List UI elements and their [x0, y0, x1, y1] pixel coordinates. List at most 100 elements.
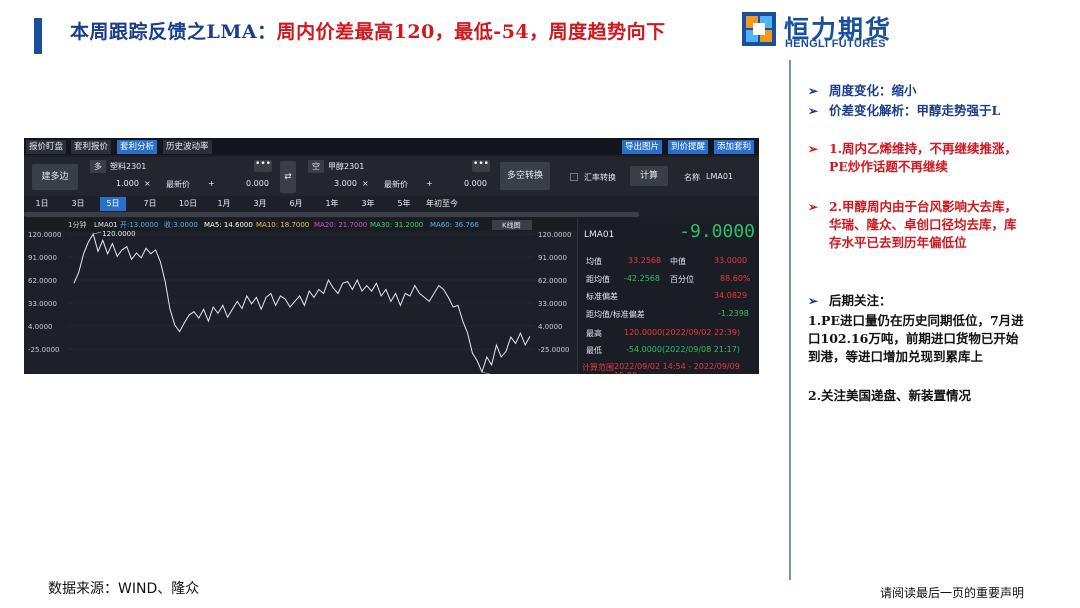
- tab-historical-volatility[interactable]: 历史波动率: [163, 140, 212, 154]
- stat-mean-label: 均值: [586, 257, 602, 266]
- logo-english-name: HENGLI FUTURES: [785, 38, 886, 50]
- name-label: 名称: [684, 173, 700, 182]
- app-tab-bar: 报价盯盘 套利报价 套利分析 历史波动率 导出图片 到价提醒 添加套利: [24, 138, 759, 155]
- company-logo: 恒力期货 HENGLI FUTURES: [742, 10, 912, 50]
- y-tick-left: 120.0000: [28, 231, 61, 239]
- period-3d[interactable]: 3日: [66, 197, 90, 211]
- stat-zscore-label: 距均值/标准偏差: [586, 310, 645, 319]
- tab-arbitrage-quote[interactable]: 套利报价: [71, 140, 112, 154]
- period-5y[interactable]: 5年: [392, 197, 416, 211]
- y-tick-left: -25.0000: [28, 346, 59, 354]
- max-annotation: 120.0000: [102, 230, 135, 238]
- period-3m[interactable]: 3月: [248, 197, 272, 211]
- y-tick-left: 33.0000: [28, 300, 57, 308]
- stat-range-label: 计算范围: [582, 363, 614, 372]
- leg2-times: ×: [362, 179, 369, 188]
- note-weekly-change: ➢ 周度变化：缩小: [808, 82, 1028, 100]
- name-value[interactable]: LMA01: [706, 172, 733, 181]
- note-outlook-heading: ➢ 后期关注：: [808, 292, 1028, 310]
- y-tick-right: -25.0000: [538, 346, 569, 354]
- data-source: 数据来源：WIND、隆众: [48, 581, 200, 597]
- kline-toggle-label: K线图: [502, 221, 521, 230]
- stat-std-value: 34.0829: [714, 291, 748, 300]
- tab-arbitrage-analysis[interactable]: 套利分析: [117, 140, 158, 154]
- stat-dev-value: -42.2568: [624, 274, 660, 283]
- title-accent-bar: [34, 18, 42, 54]
- stat-dev-label: 距均值: [586, 275, 610, 284]
- leg1-more-button[interactable]: •••: [254, 160, 272, 172]
- note-text: 后期关注：: [829, 293, 892, 308]
- leg2-price-type[interactable]: 最新价: [384, 179, 408, 190]
- period-1d[interactable]: 1日: [30, 197, 54, 211]
- leg2-more-button[interactable]: •••: [472, 160, 490, 172]
- note-text: 2.甲醇周内由于台风影响大去库，华瑞、隆众、卓创口径均去库，库存水平已去到历年偏…: [829, 199, 1018, 250]
- leg2-qty[interactable]: 3.000: [334, 179, 357, 188]
- leg2-plus: +: [426, 179, 433, 188]
- fx-convert-label: 汇率转换: [584, 173, 616, 182]
- leg2-offset[interactable]: 0.000: [464, 179, 487, 188]
- period-scrollbar[interactable]: [24, 212, 639, 217]
- outlook-item-2: 2.关注美国递盘、新装置情况: [808, 388, 972, 403]
- leg1-plus: +: [208, 179, 215, 188]
- stat-range-value: 2022/09/02 14:54 - 2022/09/09 15:00: [614, 362, 740, 374]
- leg1-offset[interactable]: 0.000: [246, 179, 269, 188]
- stat-percentile-value: 88.60%: [720, 274, 751, 283]
- note-text: 1.周内乙烯维持，不再继续推涨，PE炒作话题不再继续: [829, 141, 1018, 174]
- y-tick-left: 62.0000: [28, 277, 57, 285]
- outlook-item-1: 1.PE进口量仍在历史同期低位，7月进口102.16万吨，前期进口货物已开始到港…: [808, 313, 1024, 364]
- leg1-contract[interactable]: 塑料2301: [110, 160, 146, 173]
- stats-code: LMA01: [584, 230, 615, 240]
- add-arbitrage-button[interactable]: 添加套利: [714, 140, 755, 154]
- y-tick-right: 120.0000: [538, 231, 571, 239]
- arrow-bullet-icon: ➢: [808, 200, 819, 214]
- tab-quote-watch[interactable]: 报价盯盘: [26, 140, 67, 154]
- arrow-bullet-icon: ➢: [808, 84, 819, 98]
- leg1-price-type[interactable]: 最新价: [166, 179, 190, 190]
- arrow-bullet-icon: ➢: [808, 142, 819, 156]
- stat-percentile-label: 百分位: [670, 275, 694, 284]
- stat-zscore-value: -1.2398: [718, 309, 749, 318]
- legend-ma20: MA20: 21.7000: [314, 221, 367, 229]
- stats-last-value: -9.0000: [679, 221, 755, 242]
- y-tick-right: 33.0000: [538, 300, 567, 308]
- period-ytd[interactable]: 年初至今: [422, 197, 462, 211]
- arrow-bullet-icon: ➢: [808, 294, 819, 308]
- leg2-side: 空: [308, 160, 324, 173]
- period-6m[interactable]: 6月: [284, 197, 308, 211]
- leg1-qty[interactable]: 1.000: [116, 179, 139, 188]
- period-1m[interactable]: 1月: [212, 197, 236, 211]
- y-tick-left: 4.0000: [28, 323, 53, 331]
- y-tick-right: 91.0000: [538, 254, 567, 262]
- stat-median-value: 33.0000: [714, 256, 748, 265]
- spread-line-chart: 1分钟 LMA01 开:13.0000 收:3.0000 MA5: 14.600…: [24, 218, 577, 374]
- swap-legs-button[interactable]: ⇄: [280, 161, 296, 193]
- period-10d[interactable]: 10日: [174, 197, 202, 211]
- period-3y[interactable]: 3年: [356, 197, 380, 211]
- stat-high-label: 最高: [586, 329, 602, 338]
- stat-high-value: 120.0000(2022/09/02 22:39): [624, 328, 741, 337]
- period-5d[interactable]: 5日: [100, 197, 126, 211]
- disclaimer: 请阅读最后一页的重要声明: [880, 586, 1025, 600]
- leg2-contract[interactable]: 甲醇2301: [328, 160, 364, 173]
- leg1-times: ×: [144, 179, 151, 188]
- legend-interval: 1分钟: [68, 220, 86, 229]
- slide-title: 本周跟踪反馈之LMA：周内价差最高120，最低-54，周度趋势向下: [70, 18, 710, 46]
- price-alert-button[interactable]: 到价提醒: [668, 140, 709, 154]
- period-7d[interactable]: 7日: [138, 197, 162, 211]
- stat-mean-value: 33.2568: [628, 256, 662, 265]
- stat-low-value: -54.0000(2022/09/08 21:17): [626, 345, 740, 354]
- statistics-panel: LMA01 -9.0000 均值 33.2568 中值 33.0000 距均值 …: [577, 218, 759, 374]
- note-methanol-typhoon: ➢ 2.甲醇周内由于台风影响大去库，华瑞、隆众、卓创口径均去库，库存水平已去到历…: [808, 198, 1028, 252]
- build-long-button[interactable]: 建多边: [32, 164, 78, 190]
- legend-ma30: MA30: 31.2000: [370, 221, 423, 229]
- title-highlight: 周内价差最高120，最低-54，周度趋势向下: [276, 21, 666, 43]
- vertical-divider: [789, 60, 791, 580]
- long-short-switch-button[interactable]: 多空转换: [500, 162, 550, 190]
- legend-ma10: MA10: 18.7000: [256, 221, 309, 229]
- legend-open: 开:13.0000: [120, 221, 158, 229]
- fx-convert-checkbox[interactable]: [570, 173, 578, 181]
- export-image-button[interactable]: 导出图片: [622, 140, 663, 154]
- period-1y[interactable]: 1年: [320, 197, 344, 211]
- calculate-button[interactable]: 计算: [630, 166, 668, 186]
- note-spread-analysis: ➢ 价差变化解析：甲醇走势强于L: [808, 102, 1028, 120]
